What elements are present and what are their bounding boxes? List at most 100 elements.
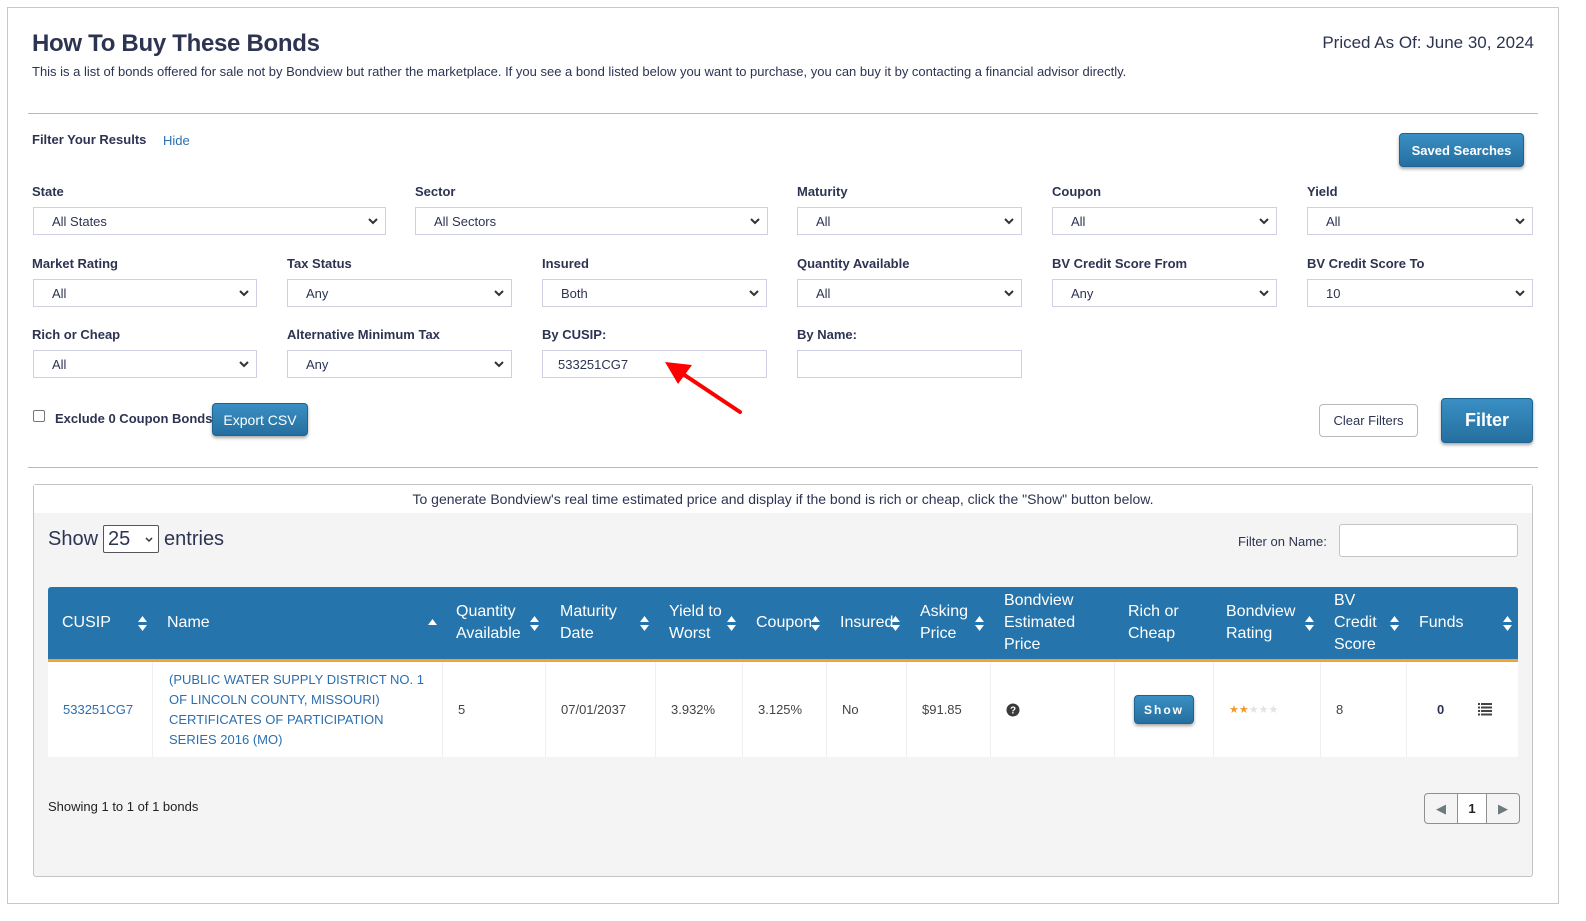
- state-select[interactable]: All States: [33, 207, 386, 235]
- clear-filters-button[interactable]: Clear Filters: [1319, 404, 1418, 437]
- cell-insured: No: [827, 662, 907, 757]
- tax-status-select[interactable]: Any: [287, 279, 512, 307]
- col-funds[interactable]: Funds: [1419, 587, 1514, 659]
- sort-ascending-icon: [428, 619, 437, 625]
- chevron-down-icon: [494, 290, 504, 297]
- cell-estimated-price: ?: [991, 662, 1115, 757]
- col-insured[interactable]: Insured: [840, 587, 905, 659]
- bv-credit-from-select[interactable]: Any: [1052, 279, 1277, 307]
- show-price-button[interactable]: Show: [1134, 695, 1194, 724]
- bonds-table: CUSIP Name Quantity Available Maturity Dat…: [48, 587, 1518, 757]
- chevron-down-icon: [1515, 218, 1525, 225]
- entries-select[interactable]: 25: [103, 525, 160, 553]
- filter-button[interactable]: Filter: [1441, 398, 1533, 443]
- prev-page-button[interactable]: ◀: [1425, 794, 1457, 823]
- col-cusip[interactable]: CUSIP: [62, 587, 152, 659]
- col-estimated-price: Bondview Estimated Price: [1004, 592, 1076, 653]
- by-cusip-label: By CUSIP:: [542, 327, 607, 342]
- entries-value: 25: [108, 527, 131, 550]
- sort-icon: [640, 616, 649, 631]
- svg-text:?: ?: [1010, 705, 1016, 716]
- col-bv-credit-score[interactable]: BV Credit Score: [1334, 587, 1404, 659]
- cell-coupon: 3.125%: [743, 662, 827, 757]
- bv-credit-to-label: BV Credit Score To: [1307, 256, 1425, 271]
- by-cusip-value: 533251CG7: [558, 356, 629, 372]
- exclude-zero-coupon-checkbox[interactable]: [33, 410, 45, 422]
- chevron-down-icon: [494, 361, 504, 368]
- chevron-down-icon: [1004, 290, 1014, 297]
- market-rating-label: Market Rating: [32, 256, 118, 271]
- sort-icon: [727, 616, 736, 631]
- col-name[interactable]: Name: [167, 587, 442, 659]
- divider: [28, 467, 1538, 468]
- amt-value: Any: [306, 356, 329, 372]
- results-panel: To generate Bondview's real time estimat…: [33, 484, 1533, 877]
- list-icon[interactable]: [1478, 703, 1493, 716]
- chevron-down-icon: [749, 290, 759, 297]
- rich-or-cheap-select[interactable]: All: [33, 350, 257, 378]
- page-title: How To Buy These Bonds: [32, 30, 320, 57]
- yield-select[interactable]: All: [1307, 207, 1533, 235]
- col-coupon[interactable]: Coupon: [756, 587, 826, 659]
- star-filled-icon: ★: [1229, 704, 1239, 716]
- sector-value: All Sectors: [434, 213, 497, 229]
- yield-value: All: [1326, 213, 1341, 229]
- sort-icon: [138, 616, 147, 631]
- rating-stars: ★ ★ ★ ★ ★: [1229, 703, 1278, 716]
- coupon-select[interactable]: All: [1052, 207, 1277, 235]
- quantity-available-value: All: [816, 285, 831, 301]
- cell-name[interactable]: (PUBLIC WATER SUPPLY DISTRICT NO. 1 OF L…: [153, 662, 443, 757]
- maturity-value: All: [816, 213, 831, 229]
- page-1-button[interactable]: 1: [1457, 794, 1487, 823]
- cell-cusip[interactable]: 533251CG7: [48, 662, 153, 757]
- market-rating-select[interactable]: All: [33, 279, 257, 307]
- bv-credit-to-select[interactable]: 10: [1307, 279, 1533, 307]
- rich-or-cheap-value: All: [52, 356, 67, 372]
- divider: [28, 113, 1538, 114]
- chevron-down-icon: [239, 361, 249, 368]
- tax-status-label: Tax Status: [287, 256, 352, 271]
- export-csv-button[interactable]: Export CSV: [212, 403, 308, 436]
- filter-on-name-label: Filter on Name:: [1238, 534, 1327, 549]
- chevron-down-icon: [239, 290, 249, 297]
- saved-searches-button[interactable]: Saved Searches: [1399, 133, 1524, 167]
- quantity-available-label: Quantity Available: [797, 256, 910, 271]
- insured-select[interactable]: Both: [542, 279, 767, 307]
- sort-icon: [1503, 616, 1512, 631]
- pagination: ◀ 1 ▶: [1424, 793, 1520, 824]
- show-entries: Show 25 entries: [48, 525, 224, 553]
- cell-funds: 0: [1407, 662, 1518, 757]
- amt-select[interactable]: Any: [287, 350, 512, 378]
- sort-icon: [530, 616, 539, 631]
- results-note: To generate Bondview's real time estimat…: [34, 485, 1532, 513]
- annotation-arrow-icon: [665, 362, 742, 414]
- col-asking-price[interactable]: Asking Price: [920, 587, 990, 659]
- maturity-label: Maturity: [797, 184, 848, 199]
- col-quantity[interactable]: Quantity Available: [456, 587, 546, 659]
- sort-icon: [811, 616, 820, 631]
- sort-icon: [1390, 616, 1399, 631]
- insured-label: Insured: [542, 256, 589, 271]
- cell-yield-to-worst: 3.932%: [656, 662, 743, 757]
- col-maturity[interactable]: Maturity Date: [560, 587, 655, 659]
- quantity-available-select[interactable]: All: [797, 279, 1022, 307]
- sector-label: Sector: [415, 184, 456, 199]
- question-circle-icon[interactable]: ?: [1006, 703, 1020, 717]
- cell-rich-or-cheap: Show: [1115, 662, 1214, 757]
- col-yield-to-worst[interactable]: Yield to Worst: [669, 587, 741, 659]
- insured-value: Both: [561, 285, 588, 301]
- by-name-input[interactable]: [797, 350, 1022, 378]
- filter-on-name-input[interactable]: [1339, 524, 1518, 557]
- bv-credit-from-label: BV Credit Score From: [1052, 256, 1188, 271]
- col-bondview-rating[interactable]: Bondview Rating: [1226, 587, 1318, 659]
- maturity-select[interactable]: All: [797, 207, 1022, 235]
- star-empty-icon: ★: [1248, 704, 1259, 716]
- hide-filters-link[interactable]: Hide: [163, 133, 190, 148]
- star-filled-icon: ★: [1238, 704, 1249, 716]
- next-page-button[interactable]: ▶: [1487, 794, 1519, 823]
- filter-heading: Filter Your Results: [32, 132, 147, 147]
- sort-icon: [891, 616, 900, 631]
- bv-credit-from-value: Any: [1071, 285, 1094, 301]
- sector-select[interactable]: All Sectors: [415, 207, 768, 235]
- cell-quantity: 5: [443, 662, 546, 757]
